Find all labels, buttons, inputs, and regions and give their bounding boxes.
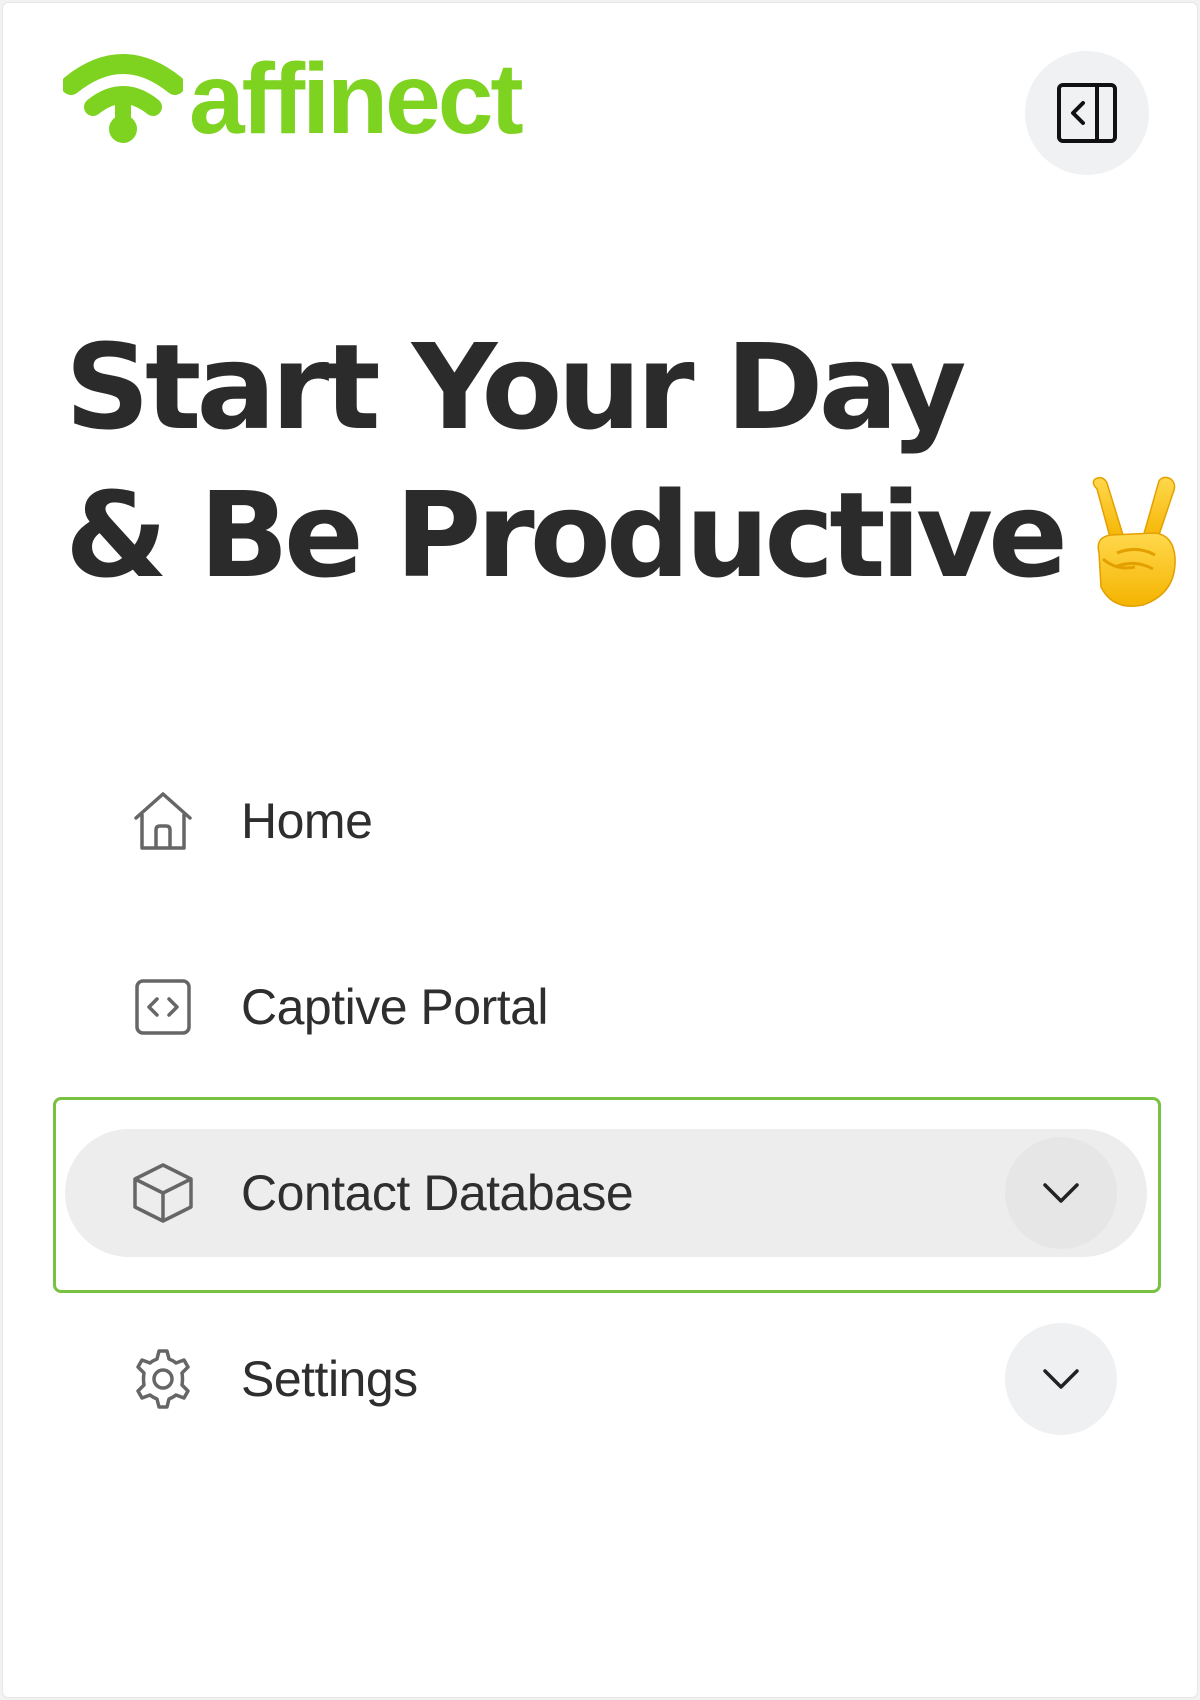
sidebar-item-captive-portal[interactable]: Captive Portal bbox=[65, 943, 1147, 1071]
page-headline: Start Your Day & Be Productive bbox=[65, 313, 1185, 613]
sidebar-collapse-icon bbox=[1057, 83, 1117, 143]
expand-contact-database-button[interactable] bbox=[1005, 1137, 1117, 1249]
sidebar-item-settings[interactable]: Settings bbox=[65, 1315, 1147, 1443]
brand-logo[interactable]: affinect bbox=[63, 43, 524, 155]
chevron-down-icon bbox=[1043, 1183, 1079, 1203]
headline-line-2: & Be Productive bbox=[65, 461, 1185, 613]
sidebar-item-label: Captive Portal bbox=[241, 979, 549, 1035]
victory-hand-emoji-icon bbox=[1092, 476, 1176, 607]
sidebar-item-label: Settings bbox=[241, 1351, 418, 1407]
brand-name: affinect bbox=[189, 43, 524, 155]
sidebar-item-label: Contact Database bbox=[241, 1165, 634, 1221]
sidebar-panel: affinect Start Your Day & Be Productive bbox=[2, 2, 1198, 1698]
headline-line-1: Start Your Day bbox=[65, 318, 967, 456]
code-icon bbox=[129, 973, 197, 1041]
collapse-sidebar-button[interactable] bbox=[1025, 51, 1149, 175]
home-icon bbox=[129, 787, 197, 855]
sidebar-item-home[interactable]: Home bbox=[65, 757, 1147, 885]
wifi-signal-logo-icon bbox=[63, 54, 183, 143]
cube-icon bbox=[129, 1159, 197, 1227]
gear-icon bbox=[129, 1345, 197, 1413]
headline-line-2-text: & Be Productive bbox=[65, 466, 1068, 604]
sidebar-item-label: Home bbox=[241, 793, 373, 849]
chevron-down-icon bbox=[1043, 1369, 1079, 1389]
sidebar-item-contact-database[interactable]: Contact Database bbox=[65, 1129, 1147, 1257]
expand-settings-button[interactable] bbox=[1005, 1323, 1117, 1435]
